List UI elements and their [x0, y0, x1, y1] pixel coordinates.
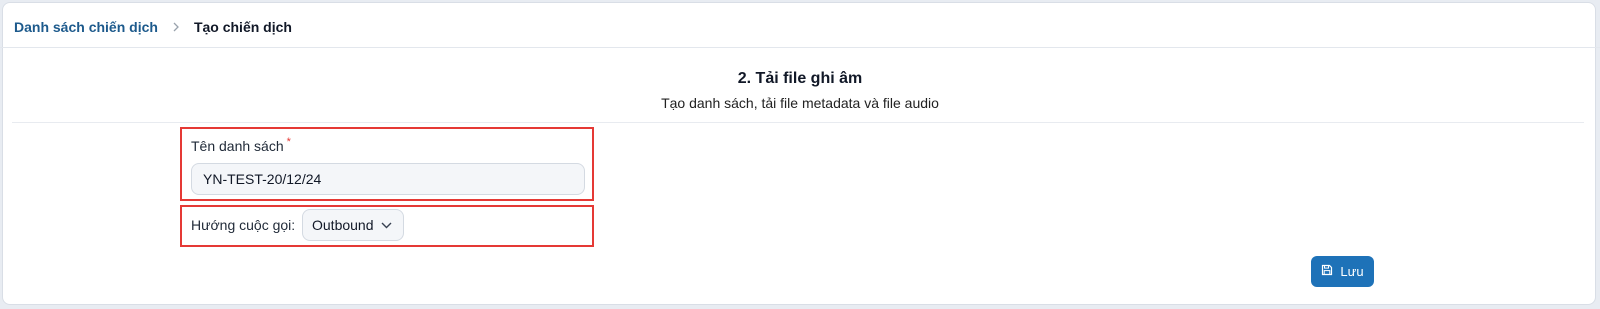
breadcrumb: Danh sách chiến dịch Tạo chiến dịch [14, 16, 292, 38]
section-divider [12, 122, 1584, 123]
save-button[interactable]: Lưu [1311, 256, 1374, 287]
call-direction-value: Outbound [312, 217, 374, 233]
call-direction-label: Hướng cuộc gọi: [191, 217, 296, 233]
list-name-label: Tên danh sách * [191, 136, 291, 154]
breadcrumb-link-campaign-list[interactable]: Danh sách chiến dịch [14, 19, 158, 35]
save-button-label: Lưu [1340, 264, 1364, 279]
list-name-label-text: Tên danh sách [191, 138, 284, 154]
call-direction-select[interactable]: Outbound [302, 209, 404, 241]
chevron-down-icon [381, 222, 392, 229]
step-subtitle: Tạo danh sách, tải file metadata và file… [661, 95, 939, 111]
list-name-input[interactable] [191, 163, 585, 195]
chevron-right-icon [172, 20, 180, 35]
step-title: 2. Tải file ghi âm [737, 70, 863, 87]
floppy-disk-icon [1321, 264, 1333, 279]
required-mark: * [286, 136, 291, 148]
header-divider [0, 47, 1600, 48]
breadcrumb-current: Tạo chiến dịch [193, 19, 292, 35]
